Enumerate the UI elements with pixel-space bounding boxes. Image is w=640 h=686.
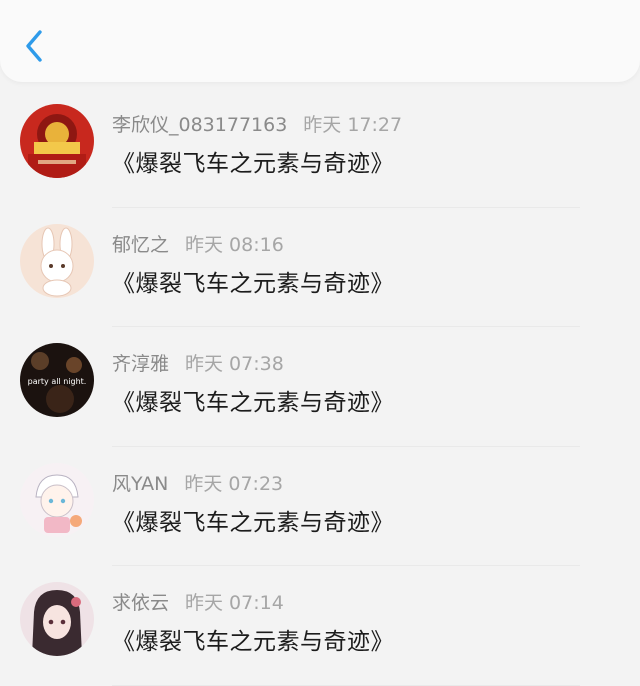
user-name[interactable]: 郁忆之 bbox=[112, 234, 169, 256]
comment-meta: 齐淳雅 昨天 07:38 bbox=[112, 349, 284, 376]
timestamp: 昨天 07:38 bbox=[185, 353, 284, 375]
avatar[interactable]: party all night. bbox=[20, 343, 94, 417]
user-name[interactable]: 齐淳雅 bbox=[112, 353, 169, 375]
list-item[interactable]: party all night. 齐淳雅 昨天 07:38 《爆裂飞车之元素与奇迹… bbox=[0, 327, 640, 447]
list-item[interactable]: 李欣仪_083177163 昨天 17:27 《爆裂飞车之元素与奇迹》 bbox=[0, 88, 640, 208]
list-item[interactable]: 求依云 昨天 07:14 《爆裂飞车之元素与奇迹》 bbox=[0, 566, 640, 686]
comment-list: 李欣仪_083177163 昨天 17:27 《爆裂飞车之元素与奇迹》 郁忆之 昨天… bbox=[0, 88, 640, 686]
comment-text: 《爆裂飞车之元素与奇迹》 bbox=[112, 270, 394, 297]
avatar[interactable] bbox=[20, 223, 94, 298]
comment-meta: 求依云 昨天 07:14 bbox=[112, 588, 284, 615]
comment-meta: 风YAN 昨天 07:23 bbox=[112, 469, 283, 496]
avatar[interactable] bbox=[20, 462, 94, 537]
user-name[interactable]: 求依云 bbox=[112, 592, 169, 614]
avatar[interactable] bbox=[20, 104, 94, 178]
list-item[interactable]: 郁忆之 昨天 08:16 《爆裂飞车之元素与奇迹》 bbox=[0, 208, 640, 327]
user-name[interactable]: 风YAN bbox=[112, 473, 168, 495]
comment-text: 《爆裂飞车之元素与奇迹》 bbox=[112, 151, 394, 177]
avatar-caption: party all night. bbox=[28, 377, 87, 386]
comment-text: 《爆裂飞车之元素与奇迹》 bbox=[112, 629, 394, 655]
timestamp: 昨天 08:16 bbox=[185, 233, 284, 256]
timestamp: 昨天 07:14 bbox=[185, 592, 284, 614]
back-button[interactable] bbox=[18, 26, 54, 66]
list-item[interactable]: 风YAN 昨天 07:23 《爆裂飞车之元素与奇迹》 bbox=[0, 447, 640, 566]
comment-text: 《爆裂飞车之元素与奇迹》 bbox=[112, 390, 394, 416]
chevron-left-icon bbox=[26, 30, 42, 62]
timestamp: 昨天 17:27 bbox=[303, 114, 403, 136]
avatar[interactable] bbox=[20, 582, 94, 656]
divider bbox=[112, 684, 580, 686]
top-bar bbox=[0, 0, 640, 82]
user-name[interactable]: 李欣仪_083177163 bbox=[112, 114, 287, 136]
comment-meta: 李欣仪_083177163 昨天 17:27 bbox=[112, 110, 402, 137]
comment-text: 《爆裂飞车之元素与奇迹》 bbox=[112, 509, 394, 536]
comment-meta: 郁忆之 昨天 08:16 bbox=[112, 230, 284, 257]
timestamp: 昨天 07:23 bbox=[184, 472, 284, 495]
